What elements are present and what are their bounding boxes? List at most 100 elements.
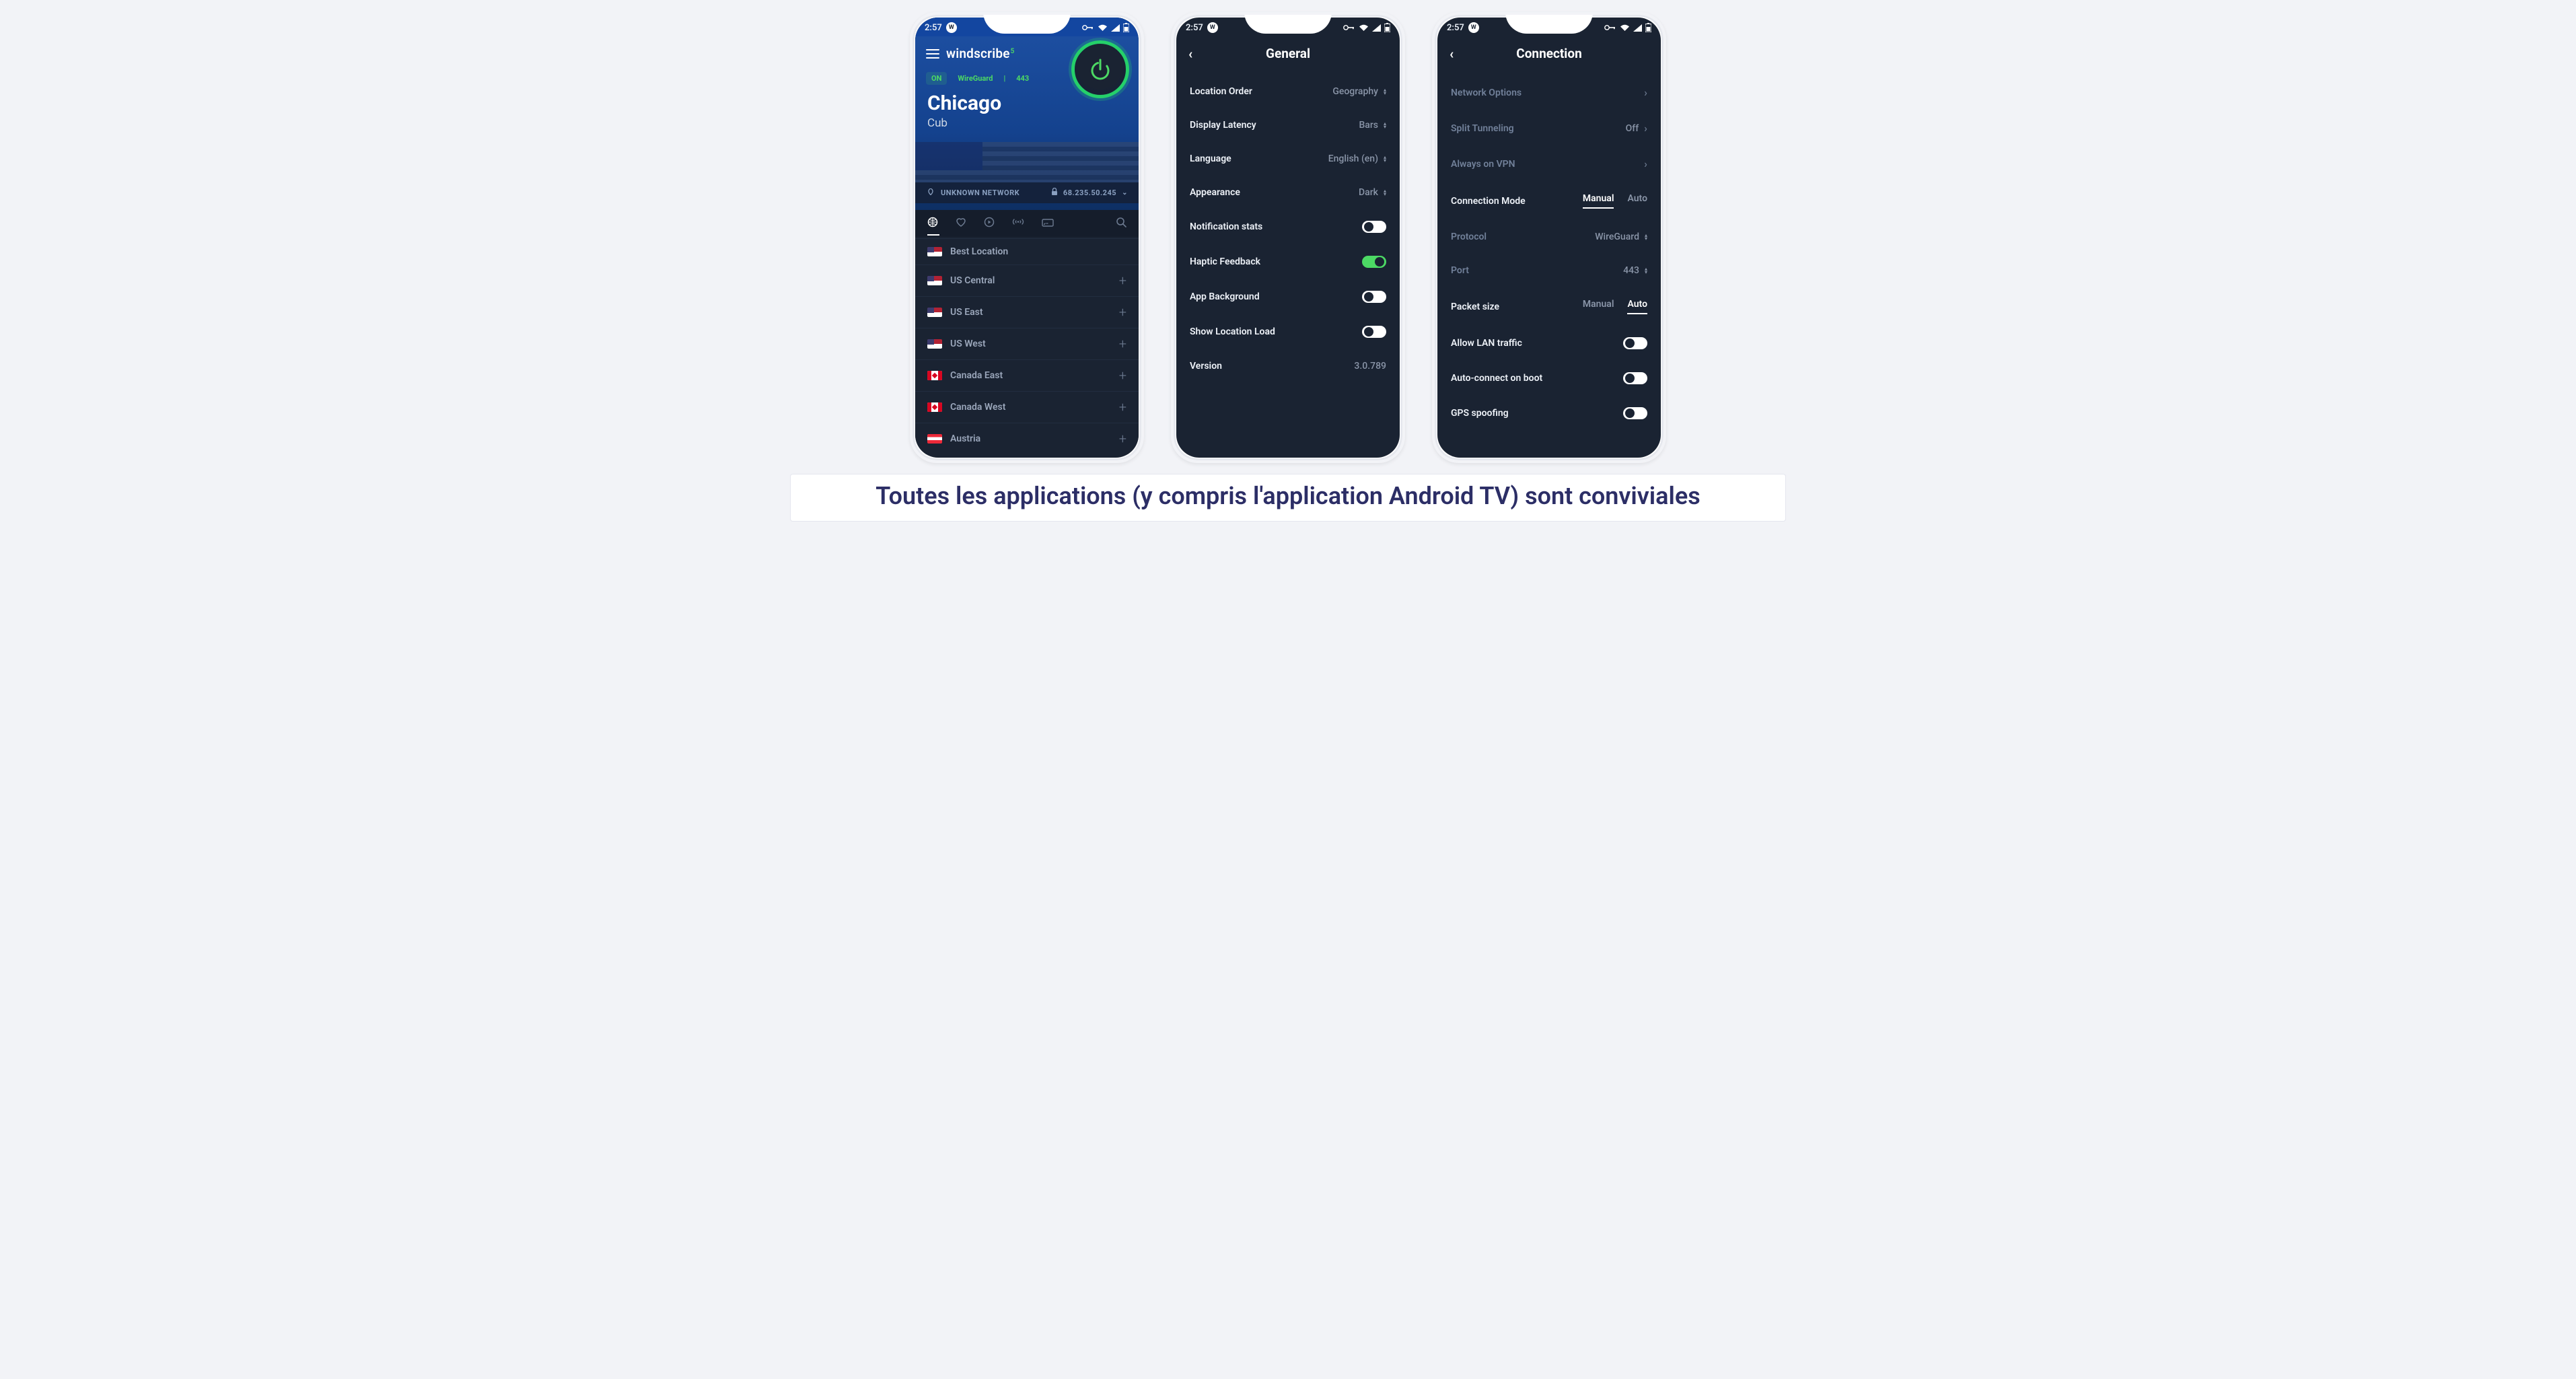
settings-row[interactable]: GPS spoofing	[1437, 396, 1661, 431]
segment-option[interactable]: Auto	[1627, 299, 1647, 314]
nav-row[interactable]: Split TunnelingOff›	[1437, 110, 1661, 146]
settings-row[interactable]: Appearance Dark▴▾	[1176, 176, 1400, 209]
location-name: Canada East	[950, 370, 1003, 381]
location-row[interactable]: US East+	[915, 296, 1139, 328]
settings-value: Dark▴▾	[1359, 187, 1386, 198]
port-row[interactable]: Port 443▴▾	[1437, 254, 1661, 287]
connect-button[interactable]	[1071, 40, 1129, 98]
tab-favorites[interactable]	[956, 217, 966, 230]
expand-icon[interactable]: +	[1119, 399, 1126, 415]
phone-main: 2:57 W windscribe5	[910, 12, 1144, 463]
location-row[interactable]: Best Location	[915, 238, 1139, 264]
segment-option[interactable]: Auto	[1627, 193, 1647, 207]
status-on-chip: ON	[926, 72, 947, 85]
location-row[interactable]: Canada East +	[915, 359, 1139, 391]
phone-notch	[983, 12, 1071, 34]
menu-button[interactable]	[926, 49, 939, 59]
toggle-switch[interactable]	[1362, 326, 1386, 338]
segment-option[interactable]: Manual	[1583, 299, 1614, 313]
settings-label: Location Order	[1190, 86, 1252, 97]
network-bar[interactable]: UNKNOWN NETWORK 68.235.50.245 ⌄	[915, 182, 1139, 203]
tab-all-locations[interactable]	[927, 217, 938, 230]
search-icon[interactable]	[1116, 217, 1126, 230]
port-chip[interactable]: 443	[1011, 72, 1034, 85]
expand-icon[interactable]: +	[1119, 431, 1126, 447]
tab-static-ip[interactable]	[1012, 217, 1024, 230]
back-button[interactable]: ‹	[1188, 46, 1192, 62]
header-panel: windscribe5 ON WireGuard | 443 Chicago C…	[915, 36, 1139, 210]
status-app-badge: W	[946, 22, 957, 33]
location-tabs	[915, 210, 1139, 237]
settings-row[interactable]: Show Location Load	[1176, 314, 1400, 349]
settings-row[interactable]: Location Order Geography▴▾	[1176, 75, 1400, 108]
settings-label: Appearance	[1190, 187, 1240, 198]
nav-row[interactable]: Always on VPN›	[1437, 146, 1661, 182]
settings-value: Geography▴▾	[1332, 86, 1386, 97]
signal-icon	[1633, 24, 1642, 32]
location-name: US West	[950, 339, 986, 349]
status-time: 2:57	[925, 23, 942, 33]
settings-row[interactable]: Haptic Feedback	[1176, 244, 1400, 279]
protocol-row[interactable]: Protocol WireGuard▴▾	[1437, 220, 1661, 254]
settings-label: Always on VPN	[1451, 159, 1515, 170]
lock-icon	[1051, 188, 1058, 198]
packet-size-segment[interactable]: Manual Auto	[1583, 299, 1647, 314]
connection-mode-segment[interactable]: Manual Auto	[1583, 193, 1647, 209]
settings-row[interactable]: Allow LAN traffic	[1437, 326, 1661, 361]
vpn-key-icon	[1343, 24, 1355, 31]
flag-icon	[927, 434, 942, 444]
flag-icon	[927, 371, 942, 380]
battery-icon	[1123, 23, 1129, 32]
wifi-icon	[1359, 24, 1369, 32]
settings-value: English (en)▴▾	[1328, 153, 1386, 164]
tab-streaming[interactable]	[984, 217, 995, 230]
segment-option[interactable]: Manual	[1583, 193, 1614, 209]
toggle-switch[interactable]	[1623, 337, 1647, 349]
back-button[interactable]: ‹	[1450, 46, 1454, 62]
settings-row[interactable]: Notification stats	[1176, 209, 1400, 244]
toggle-switch[interactable]	[1623, 407, 1647, 419]
country-flag-bg	[915, 142, 1139, 182]
signal-icon	[1372, 24, 1381, 32]
toggle-switch[interactable]	[1623, 372, 1647, 384]
settings-row[interactable]: App Background	[1176, 279, 1400, 314]
expand-icon[interactable]: +	[1119, 367, 1126, 384]
settings-label: Split Tunneling	[1451, 123, 1514, 134]
settings-row[interactable]: Display LatencyBars▴▾	[1176, 108, 1400, 142]
tab-config[interactable]	[1042, 217, 1054, 230]
location-name: Canada West	[950, 402, 1005, 413]
settings-row[interactable]: LanguageEnglish (en)▴▾	[1176, 142, 1400, 176]
brand-logo: windscribe5	[946, 46, 1015, 61]
location-row[interactable]: US Central+	[915, 264, 1139, 296]
location-name: Austria	[950, 433, 980, 444]
updown-icon: ▴▾	[1384, 155, 1386, 162]
expand-icon[interactable]: +	[1119, 336, 1126, 352]
status-time: 2:57	[1447, 23, 1464, 33]
protocol-chip[interactable]: WireGuard	[952, 72, 998, 85]
vpn-key-icon	[1604, 24, 1616, 31]
connection-mode-row: Connection Mode ManualAuto	[1437, 182, 1661, 220]
battery-icon	[1384, 23, 1390, 32]
location-list[interactable]: Best LocationUS Central+US East+ US West +…	[915, 238, 1139, 454]
location-row[interactable]: Austria +	[915, 423, 1139, 454]
location-row[interactable]: US West +	[915, 328, 1139, 359]
expand-icon[interactable]: +	[1119, 304, 1126, 320]
toggle-switch[interactable]	[1362, 256, 1386, 268]
settings-value: 3.0.789	[1354, 361, 1386, 372]
settings-label: Allow LAN traffic	[1451, 338, 1522, 349]
network-name: UNKNOWN NETWORK	[941, 188, 1019, 197]
toggle-switch[interactable]	[1362, 221, 1386, 233]
chevron-right-icon: ›	[1644, 86, 1647, 99]
phone-general-settings: 2:57 W ‹ General Location OrderGeography…	[1171, 12, 1405, 463]
toggle-switch[interactable]	[1362, 291, 1386, 303]
settings-label: App Background	[1190, 291, 1260, 302]
status-app-badge: W	[1468, 22, 1479, 33]
settings-header: ‹ General	[1176, 36, 1400, 75]
location-row[interactable]: Canada West +	[915, 391, 1139, 423]
settings-value: Bars▴▾	[1359, 120, 1386, 131]
phone-notch	[1505, 12, 1593, 34]
nav-row[interactable]: Network Options›	[1437, 75, 1661, 110]
settings-label: Notification stats	[1190, 221, 1262, 232]
settings-row[interactable]: Auto-connect on boot	[1437, 361, 1661, 396]
expand-icon[interactable]: +	[1119, 273, 1126, 289]
